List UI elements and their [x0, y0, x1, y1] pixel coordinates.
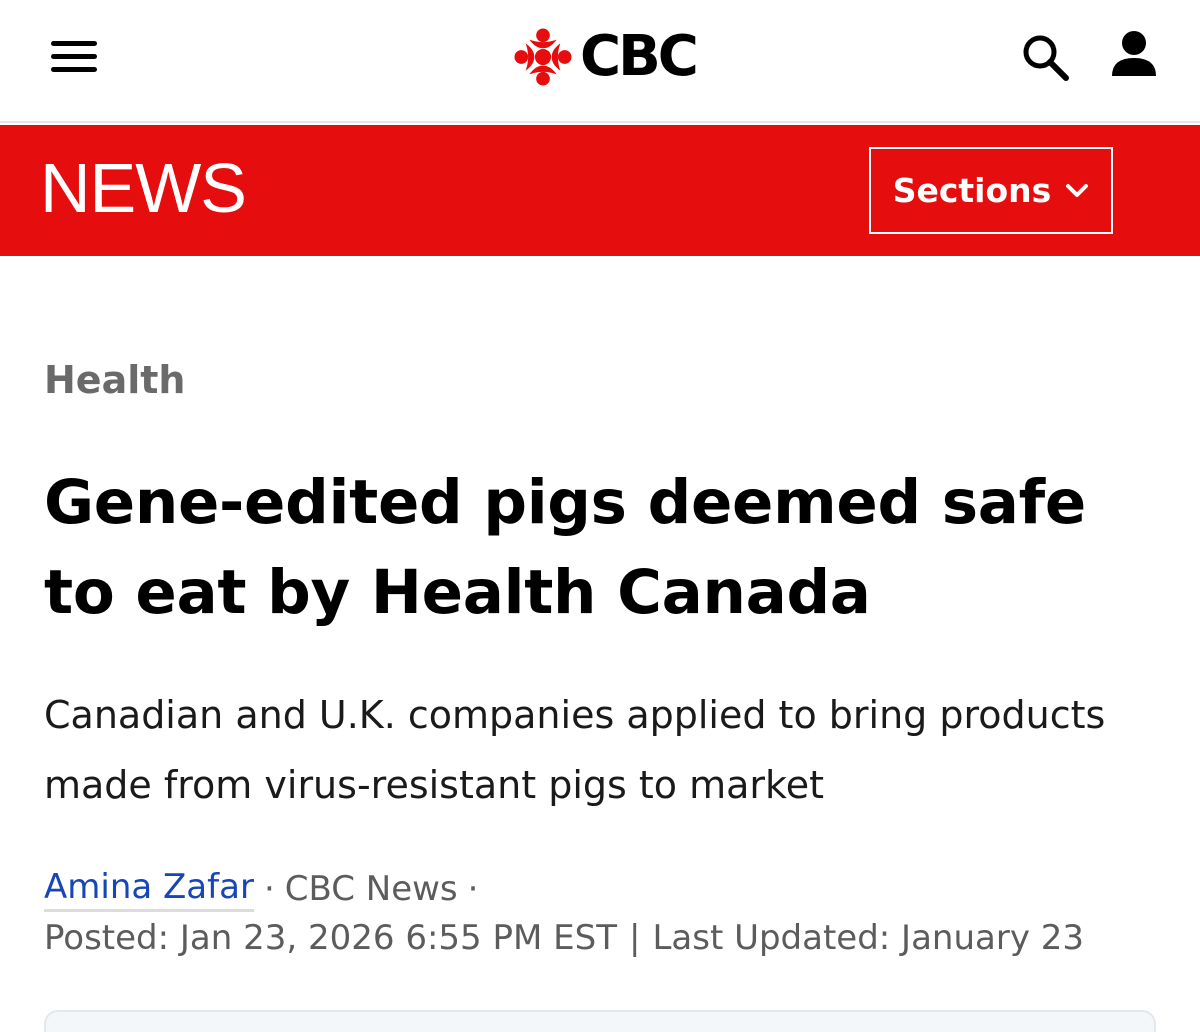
brand-wordmark: CBC: [580, 24, 699, 89]
sections-button[interactable]: Sections: [869, 147, 1113, 234]
search-icon[interactable]: [1018, 30, 1074, 86]
cbc-logo[interactable]: CBC: [512, 24, 699, 89]
byline-separator-trailing: ·: [467, 869, 479, 909]
updated-date: Last Updated: January 23: [652, 918, 1085, 958]
news-section-bar: NEWS Sections: [0, 125, 1200, 256]
cbc-gem-icon: [514, 28, 572, 86]
outlet-name: CBC News: [284, 869, 458, 909]
byline: Amina Zafar · CBC News ·: [44, 864, 478, 914]
timestamp-line: Posted: Jan 23, 2026 6:55 PM EST | Last …: [44, 918, 1084, 958]
menu-line: [51, 66, 97, 72]
timestamp-divider: |: [628, 918, 641, 958]
article-subheadline: Canadian and U.K. companies applied to b…: [44, 693, 1106, 807]
byline-separator: ·: [263, 869, 275, 909]
news-title[interactable]: NEWS: [40, 153, 247, 223]
chevron-down-icon: [1066, 183, 1089, 197]
article-headline: Gene-edited pigs deemed safe to eat by H…: [44, 467, 1086, 628]
menu-line: [51, 40, 97, 46]
article-category[interactable]: Health: [44, 358, 185, 402]
content-card: [44, 1010, 1156, 1032]
hamburger-menu-icon[interactable]: [46, 32, 102, 80]
top-header: CBC: [0, 0, 1200, 123]
author-link[interactable]: Amina Zafar: [44, 867, 254, 912]
user-account-icon[interactable]: [1104, 28, 1164, 84]
sections-label: Sections: [892, 171, 1052, 210]
posted-date: Posted: Jan 23, 2026 6:55 PM EST: [44, 918, 617, 958]
menu-line: [51, 53, 97, 59]
